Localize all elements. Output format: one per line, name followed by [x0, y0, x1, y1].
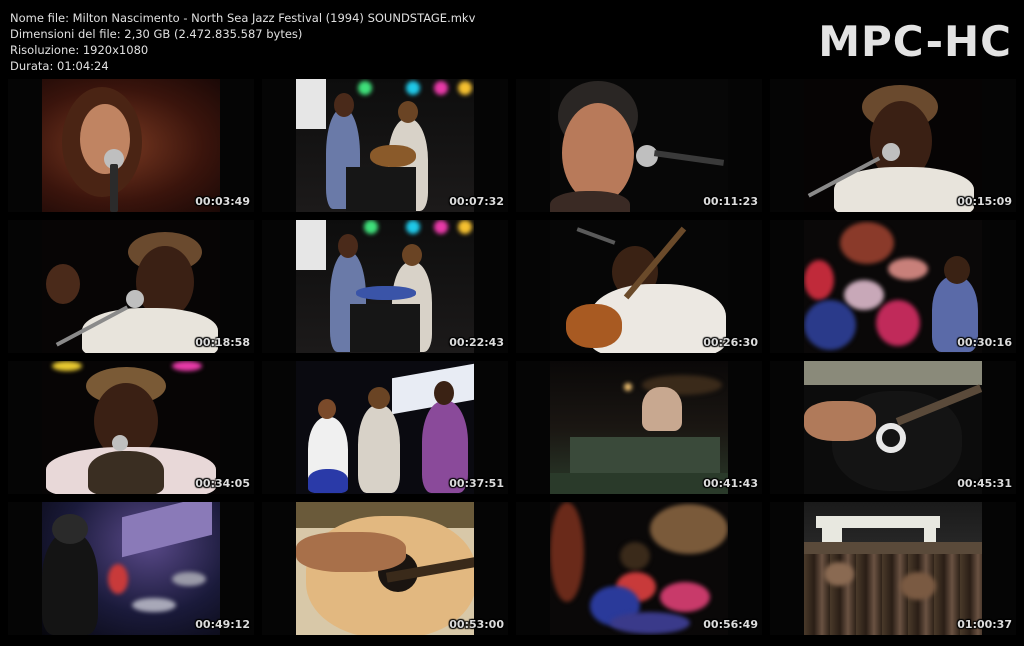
thumbnail: 00:41:43 — [516, 361, 762, 494]
video-frame — [550, 502, 728, 635]
thumbnail: 00:30:16 — [770, 220, 1016, 353]
timestamp: 00:07:32 — [449, 195, 504, 208]
video-frame — [296, 361, 474, 494]
timestamp: 00:53:00 — [449, 618, 504, 631]
timestamp: 00:03:49 — [195, 195, 250, 208]
timestamp: 00:45:31 — [957, 477, 1012, 490]
thumbnail: 00:49:12 — [8, 502, 254, 635]
thumbnail: 00:45:31 — [770, 361, 1016, 494]
video-frame — [42, 79, 220, 212]
timestamp: 00:49:12 — [195, 618, 250, 631]
timestamp: 00:37:51 — [449, 477, 504, 490]
video-frame — [296, 79, 474, 212]
timestamp: 00:56:49 — [703, 618, 758, 631]
thumbnail-grid: 00:03:49 00:07:32 00:11:23 00:15:09 00:1… — [8, 79, 1016, 635]
thumbnail: 00:18:58 — [8, 220, 254, 353]
thumbnail: 00:56:49 — [516, 502, 762, 635]
thumbnail: 00:53:00 — [262, 502, 508, 635]
thumbnail: 00:11:23 — [516, 79, 762, 212]
thumbnail: 00:37:51 — [262, 361, 508, 494]
thumbnail: 00:07:32 — [262, 79, 508, 212]
video-frame — [296, 220, 474, 353]
timestamp: 00:18:58 — [195, 336, 250, 349]
thumbnail: 00:15:09 — [770, 79, 1016, 212]
file-name: Nome file: Milton Nascimento - North Sea… — [10, 11, 476, 25]
timestamp: 00:26:30 — [703, 336, 758, 349]
timestamp: 00:15:09 — [957, 195, 1012, 208]
resolution: Risoluzione: 1920x1080 — [10, 43, 149, 57]
timestamp: 00:11:23 — [703, 195, 758, 208]
duration: Durata: 01:04:24 — [10, 59, 109, 73]
timestamp: 01:00:37 — [957, 618, 1012, 631]
video-frame — [550, 361, 728, 494]
video-frame — [550, 79, 728, 212]
timestamp: 00:30:16 — [957, 336, 1012, 349]
thumbnail: 00:22:43 — [262, 220, 508, 353]
video-frame — [804, 220, 982, 353]
thumbnail: 00:03:49 — [8, 79, 254, 212]
timestamp: 00:22:43 — [449, 336, 504, 349]
video-frame — [804, 502, 982, 635]
timestamp: 00:34:05 — [195, 477, 250, 490]
video-frame — [804, 79, 982, 212]
timestamp: 00:41:43 — [703, 477, 758, 490]
video-frame — [296, 502, 474, 635]
video-frame — [550, 220, 728, 353]
video-frame — [42, 220, 220, 353]
mpc-hc-logo: MPC-HC — [818, 17, 1012, 66]
video-frame — [42, 361, 220, 494]
file-info: Nome file: Milton Nascimento - North Sea… — [10, 10, 475, 74]
thumbnail: 01:00:37 — [770, 502, 1016, 635]
thumbnail: 00:26:30 — [516, 220, 762, 353]
video-frame — [804, 361, 982, 494]
video-frame — [42, 502, 220, 635]
thumbnail: 00:34:05 — [8, 361, 254, 494]
file-size: Dimensioni del file: 2,30 GB (2.472.835.… — [10, 27, 303, 41]
